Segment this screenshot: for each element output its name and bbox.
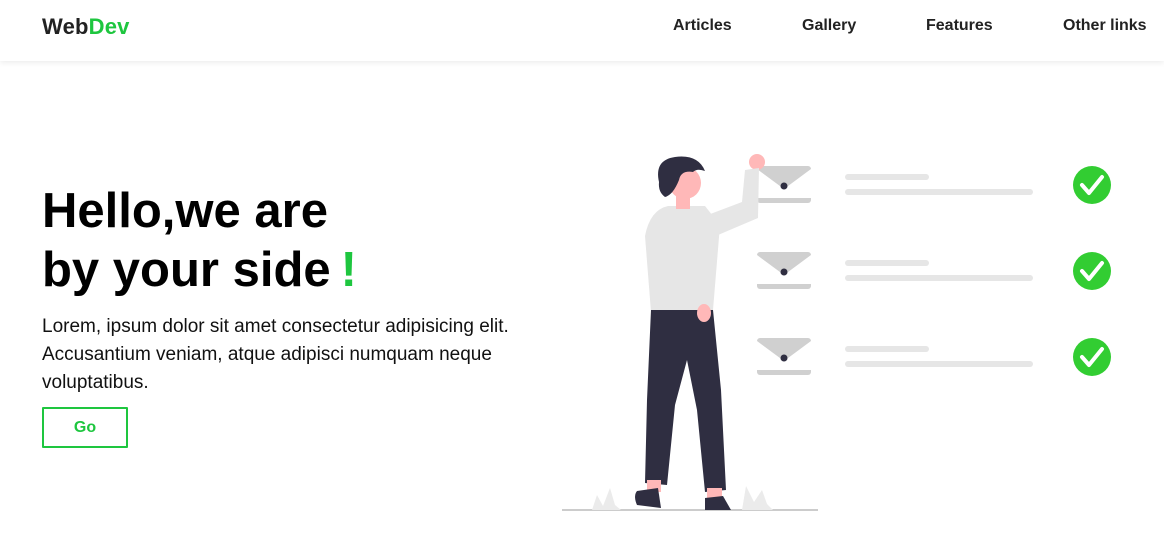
logo[interactable]: WebDev [42, 14, 130, 40]
check-circle-icon-2 [1073, 252, 1111, 290]
person-figure [635, 154, 765, 510]
check-circle-icon-3 [1073, 338, 1111, 376]
person-checklist-illustration [562, 154, 1111, 511]
envelope-icon-3 [757, 338, 811, 375]
logo-text-web: Web [42, 14, 89, 39]
envelope-icon-1 [757, 166, 811, 203]
logo-text-dev: Dev [88, 14, 130, 39]
go-button[interactable]: Go [42, 407, 128, 448]
checklist-lines [845, 174, 1033, 367]
nav-link-features[interactable]: Features [926, 17, 993, 35]
navbar: WebDev Articles Gallery Features Other l… [0, 0, 1164, 61]
hero-title-line-1: Hello,we are [42, 184, 328, 238]
nav-link-other-links[interactable]: Other links [1063, 17, 1147, 35]
hero-title: Hello,we are by your side! [42, 182, 357, 300]
grass-tuft-left [592, 488, 621, 510]
hero-title-exclamation: ! [340, 243, 357, 297]
nav-link-gallery[interactable]: Gallery [802, 17, 856, 35]
hero-description: Lorem, ipsum dolor sit amet consectetur … [42, 316, 509, 393]
envelope-icon-2 [757, 252, 811, 289]
hero-title-line-2: by your side [42, 243, 331, 297]
grass-tuft-right [742, 486, 773, 510]
check-circle-icon-1 [1073, 166, 1111, 204]
nav-link-articles[interactable]: Articles [673, 17, 732, 35]
